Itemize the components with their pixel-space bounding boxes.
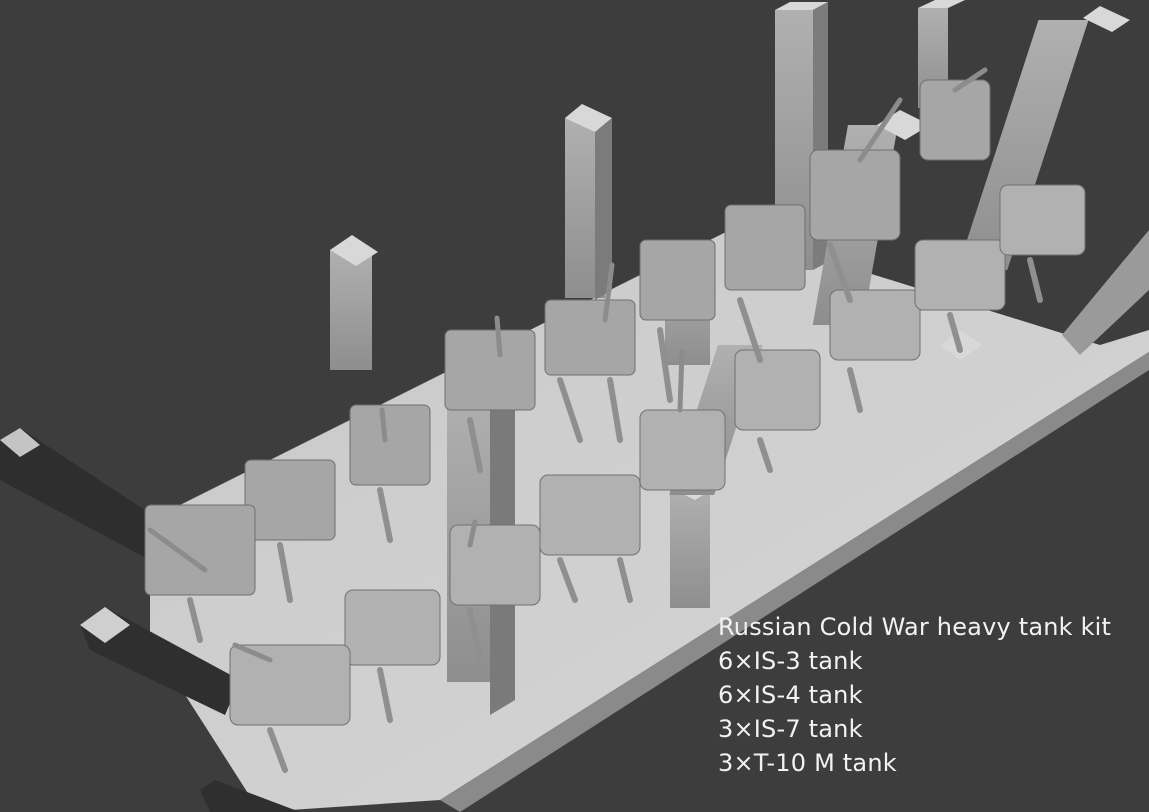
caption-line-t10m: 3×T-10 M tank <box>718 749 897 777</box>
caption: Russian Cold War heavy tank kit 6×IS-3 t… <box>718 610 1111 780</box>
caption-line-is3: 6×IS-3 tank <box>718 647 863 675</box>
caption-title: Russian Cold War heavy tank kit <box>718 613 1112 641</box>
render-viewport: Russian Cold War heavy tank kit 6×IS-3 t… <box>0 0 1149 812</box>
caption-line-is4: 6×IS-4 tank <box>718 681 863 709</box>
caption-line-is7: 3×IS-7 tank <box>718 715 863 743</box>
